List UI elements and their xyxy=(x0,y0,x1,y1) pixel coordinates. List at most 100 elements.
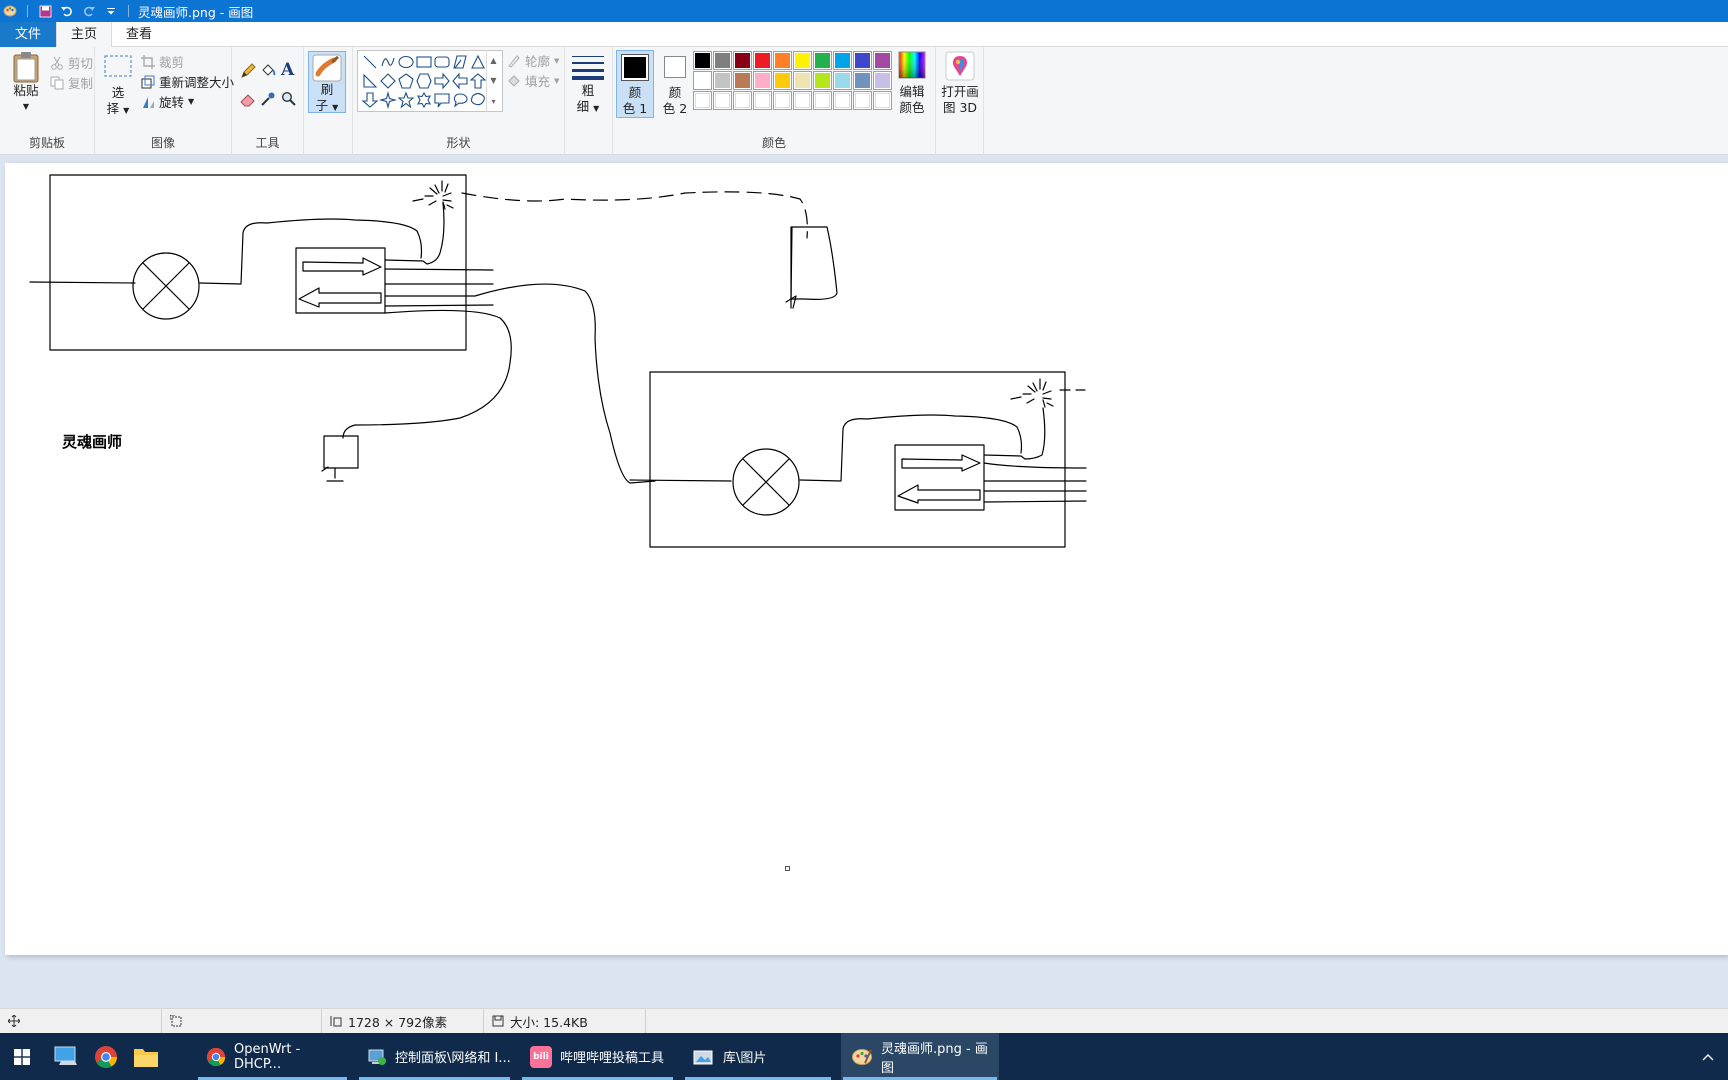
resize-button[interactable]: 重新调整大小 xyxy=(141,72,234,91)
palette-swatch[interactable] xyxy=(793,71,812,90)
taskbar-item-pictures-library[interactable]: 库\图片 xyxy=(683,1033,833,1080)
shapes-scroll-down-icon[interactable]: ▼ xyxy=(490,76,496,85)
shape-option[interactable] xyxy=(416,56,432,68)
palette-swatch[interactable] xyxy=(773,71,792,90)
shape-option[interactable] xyxy=(417,91,431,109)
tab-file[interactable]: 文件 xyxy=(0,22,56,47)
palette-custom-swatch[interactable] xyxy=(753,91,772,110)
select-button[interactable]: 选 择 ▼ xyxy=(103,53,133,119)
taskbar-item-control-panel[interactable]: 控制面板\网络和 I... xyxy=(357,1033,512,1080)
shape-option[interactable] xyxy=(378,90,398,110)
palette-custom-swatch[interactable] xyxy=(853,91,872,110)
palette-swatch[interactable] xyxy=(853,71,872,90)
palette-custom-swatch[interactable] xyxy=(793,91,812,110)
drawing-canvas[interactable]: 灵魂画师 xyxy=(5,163,1728,955)
shape-option[interactable] xyxy=(434,56,450,68)
shapes-grid[interactable] xyxy=(358,51,504,113)
redo-icon[interactable] xyxy=(81,3,97,19)
customize-quick-access-icon[interactable] xyxy=(103,3,119,19)
shape-option[interactable] xyxy=(453,55,467,69)
taskbar-item-paint[interactable]: 灵魂画师.png - 画图 xyxy=(841,1033,999,1080)
pencil-icon[interactable] xyxy=(240,63,256,79)
folder-icon xyxy=(133,1046,159,1068)
palette-custom-swatch[interactable] xyxy=(813,91,832,110)
palette-swatch[interactable] xyxy=(753,71,772,90)
rotate-button[interactable]: 旋转 ▼ xyxy=(141,92,194,111)
outline-button[interactable]: 轮廓 ▼ xyxy=(507,51,559,70)
palette-swatch[interactable] xyxy=(713,51,732,70)
palette-custom-swatch[interactable] xyxy=(733,91,752,110)
copy-button[interactable]: 复制 xyxy=(50,73,93,92)
crop-icon xyxy=(141,54,155,69)
color1-button[interactable]: 颜 色 1 xyxy=(616,50,654,118)
shape-option[interactable] xyxy=(470,92,485,106)
cut-button[interactable]: 剪切 xyxy=(50,53,93,72)
shapes-more-icon[interactable]: ▾ xyxy=(491,97,495,106)
start-button[interactable] xyxy=(2,1033,42,1080)
shape-option[interactable] xyxy=(363,73,378,88)
palette-swatch[interactable] xyxy=(873,51,892,70)
shape-option[interactable] xyxy=(380,73,396,89)
shapes-scroll-up-icon[interactable]: ▲ xyxy=(490,56,496,65)
tab-home[interactable]: 主页 xyxy=(56,22,113,48)
shape-option[interactable] xyxy=(471,54,485,69)
open-paint3d-button[interactable]: 打开画 图 3D xyxy=(940,51,980,116)
magnifier-icon[interactable] xyxy=(281,91,297,107)
shapes-scroll[interactable]: ▲ ▼ ▾ xyxy=(486,50,500,112)
palette-swatch[interactable] xyxy=(833,51,852,70)
workspace[interactable]: 灵魂画师 xyxy=(0,156,1728,1008)
taskbar-this-pc[interactable] xyxy=(46,1033,86,1080)
crop-button[interactable]: 裁剪 xyxy=(141,52,184,71)
edit-colors-button[interactable]: 编辑 颜色 xyxy=(893,51,931,116)
size-button[interactable]: 粗 细 ▼ xyxy=(571,53,605,117)
palette-swatch[interactable] xyxy=(713,71,732,90)
palette-swatch[interactable] xyxy=(853,51,872,70)
palette-swatch[interactable] xyxy=(693,51,712,70)
text-tool-icon[interactable]: A xyxy=(281,60,294,80)
color-picker-icon[interactable] xyxy=(260,91,276,107)
paste-button[interactable]: 粘贴 ▼ xyxy=(8,51,44,115)
palette-custom-swatch[interactable] xyxy=(693,91,712,110)
palette-swatch[interactable] xyxy=(753,51,772,70)
paint-app-icon[interactable] xyxy=(2,3,18,19)
palette-swatch[interactable] xyxy=(813,71,832,90)
palette-custom-swatch[interactable] xyxy=(773,91,792,110)
shape-option[interactable] xyxy=(434,72,450,90)
brushes-button[interactable]: 刷 子 ▼ xyxy=(308,51,346,113)
palette-custom-swatch[interactable] xyxy=(833,91,852,110)
shape-option[interactable] xyxy=(398,73,414,89)
shape-option[interactable] xyxy=(416,73,432,89)
shape-option[interactable] xyxy=(397,91,415,109)
taskbar-file-explorer[interactable] xyxy=(126,1033,166,1080)
tab-view[interactable]: 查看 xyxy=(112,22,166,47)
palette-swatch[interactable] xyxy=(833,71,852,90)
taskbar-item-bilibili-uploader[interactable]: bili 哔哩哔哩投稿工具 xyxy=(520,1033,675,1080)
shape-option[interactable] xyxy=(469,73,487,89)
eraser-icon[interactable] xyxy=(240,91,256,107)
shape-option[interactable] xyxy=(398,55,414,69)
shape-option[interactable] xyxy=(361,92,379,108)
palette-swatch[interactable] xyxy=(733,51,752,70)
palette-custom-swatch[interactable] xyxy=(873,91,892,110)
fill-bucket-icon[interactable] xyxy=(260,63,276,79)
canvas-resize-handle[interactable] xyxy=(785,866,790,871)
palette-swatch[interactable] xyxy=(813,51,832,70)
shape-option[interactable] xyxy=(381,57,395,67)
palette-swatch[interactable] xyxy=(773,51,792,70)
palette-swatch[interactable] xyxy=(793,51,812,70)
shape-option[interactable] xyxy=(453,93,468,108)
shape-option[interactable] xyxy=(434,93,450,108)
fill-button[interactable]: 填充 ▼ xyxy=(507,71,559,90)
save-icon[interactable] xyxy=(37,3,53,19)
palette-custom-swatch[interactable] xyxy=(713,91,732,110)
color2-button[interactable]: 颜 色 2 xyxy=(657,50,693,118)
palette-swatch[interactable] xyxy=(873,71,892,90)
show-hidden-icons-button[interactable] xyxy=(1690,1033,1726,1080)
palette-swatch[interactable] xyxy=(733,71,752,90)
shape-option[interactable] xyxy=(452,72,468,90)
taskbar-item-openwrt[interactable]: OpenWrt - DHCP... xyxy=(196,1033,349,1080)
shape-option[interactable] xyxy=(363,55,377,69)
taskbar-chrome[interactable] xyxy=(86,1033,126,1080)
undo-icon[interactable] xyxy=(59,3,75,19)
palette-swatch[interactable] xyxy=(693,71,712,90)
